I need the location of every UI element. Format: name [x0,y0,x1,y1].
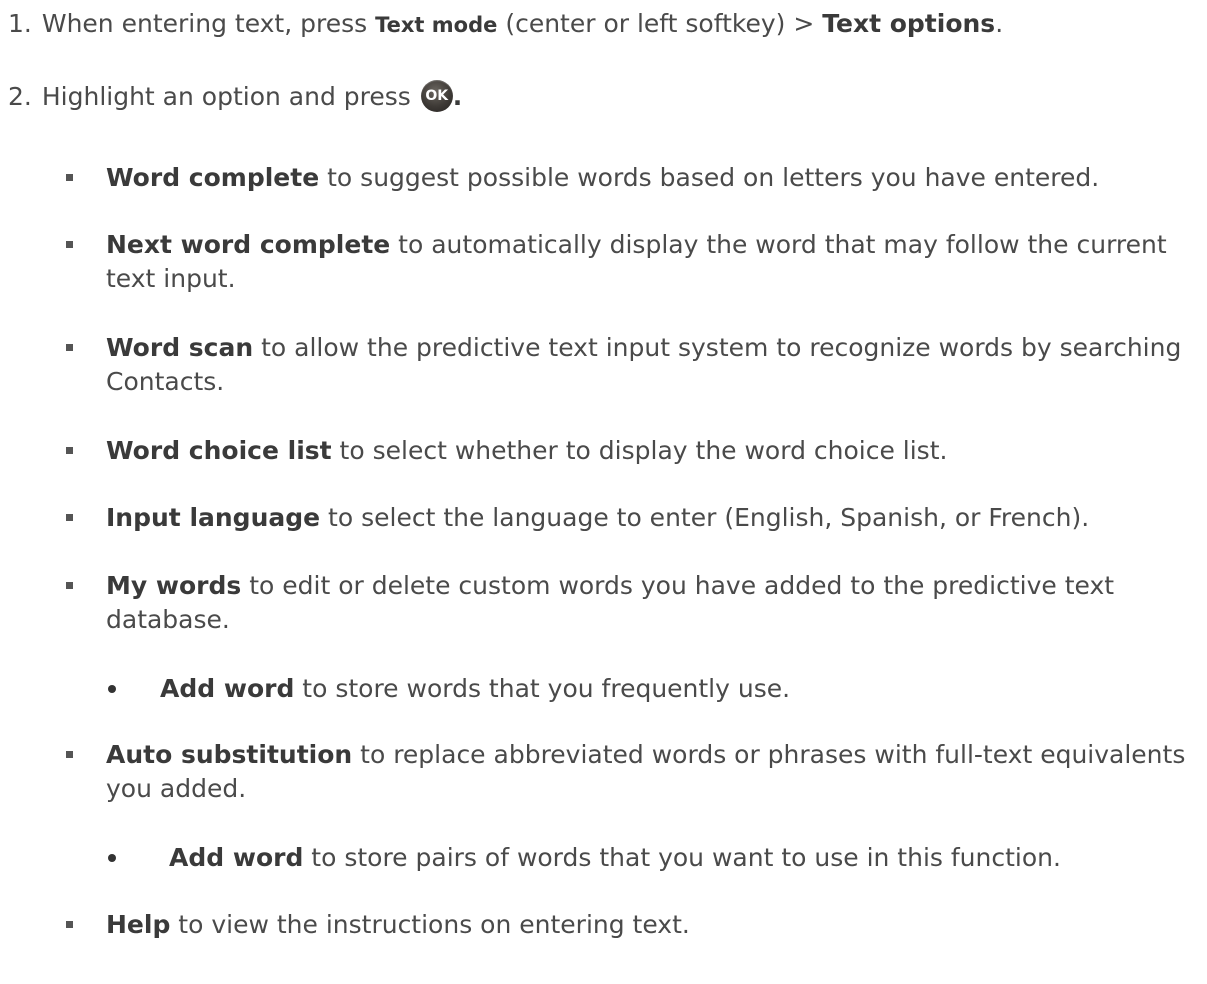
option-title: Next word complete [106,230,391,259]
step-1: 1. When entering text, press Text mode (c… [8,7,1003,42]
option-text: Word scan to allow the predictive text i… [106,331,1201,399]
step-text: . [995,9,1004,38]
option-text: Add word to store words that you frequen… [160,672,790,706]
option-desc: to store words that you frequently use. [294,674,791,703]
option-title: Word scan [106,333,254,362]
option-desc: to select the language to enter (English… [320,503,1090,532]
option-title: Auto substitution [106,740,353,769]
option-title: Word complete [106,163,320,192]
option-title: Word choice list [106,436,332,465]
option-desc: to suggest possible words based on lette… [319,163,1100,192]
square-bullet-icon [66,751,73,758]
option-text: My words to edit or delete custom words … [106,569,1201,637]
round-bullet-icon [108,854,116,862]
option-desc: to allow the predictive text input syste… [106,333,1182,396]
option-text: Input language to select the language to… [106,501,1201,535]
square-bullet-icon [66,514,73,521]
option-text: Add word to store pairs of words that yo… [169,841,1061,875]
option-desc: to select whether to display the word ch… [331,436,948,465]
option-title: Input language [106,503,321,532]
square-bullet-icon [66,447,73,454]
option-text: Word choice list to select whether to di… [106,434,1201,468]
option-title: Add word [160,674,295,703]
round-bullet-icon [108,685,116,693]
option-text: Auto substitution to replace abbreviated… [106,738,1201,806]
option-text: Word complete to suggest possible words … [106,161,1201,195]
square-bullet-icon [66,921,73,928]
step-2: 2. Highlight an option and press OK. [8,80,462,114]
square-bullet-icon [66,582,73,589]
step-text: . [452,82,463,111]
step-number: 1. [8,9,32,38]
option-title: Help [106,910,171,939]
softkey-label: Text mode [375,13,498,37]
step-text: (center or left softkey) > [497,9,823,38]
square-bullet-icon [66,174,73,181]
option-text: Help to view the instructions on enterin… [106,908,1201,942]
square-bullet-icon [66,344,73,351]
option-desc: to view the instructions on entering tex… [170,910,690,939]
step-text: When entering text, press [41,9,376,38]
step-number: 2. [8,82,32,111]
option-text: Next word complete to automatically disp… [106,228,1201,296]
ok-key-icon: OK [420,80,453,112]
step-text: Highlight an option and press [41,82,419,111]
option-title: Add word [169,843,304,872]
square-bullet-icon [66,241,73,248]
option-desc: to edit or delete custom words you have … [106,571,1115,634]
option-desc: to store pairs of words that you want to… [303,843,1061,872]
option-title: My words [106,571,242,600]
menu-option-label: Text options [822,9,996,38]
